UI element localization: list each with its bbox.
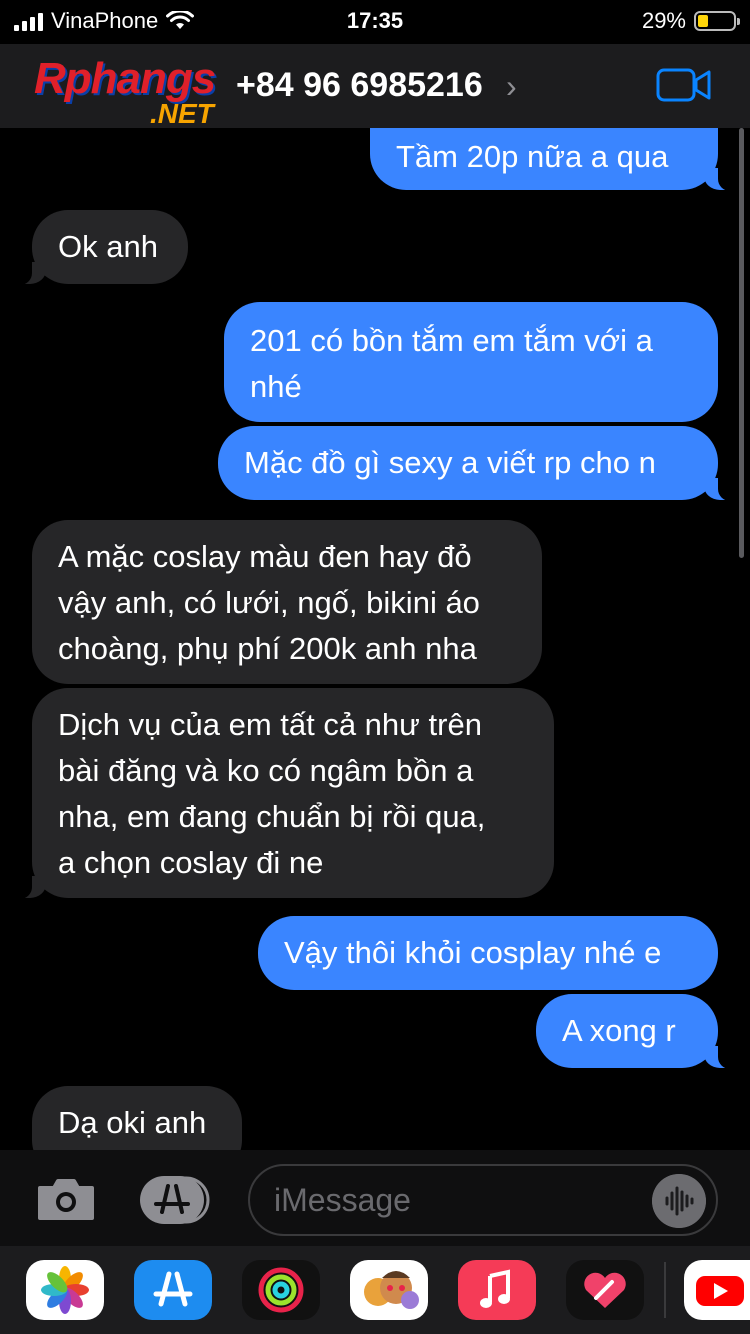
message-text: Dạ oki anh (58, 1105, 207, 1140)
message-bubble-incoming[interactable]: Dạ oki anh (32, 1086, 242, 1150)
message-bubble-outgoing[interactable]: Mặc đồ gì sexy a viết rp cho n (218, 426, 738, 501)
message-bubble-outgoing[interactable]: 201 có bồn tắm em tắm với a nhé (224, 302, 718, 422)
contact-phone[interactable]: +84 96 6985216 (236, 66, 483, 105)
message-list[interactable]: Tầm 20p nữa a qua Ok anh 201 có bồn tắm … (0, 128, 750, 1150)
message-text: Vậy thôi khỏi cosplay nhé e (284, 935, 662, 970)
camera-icon[interactable] (36, 1176, 96, 1222)
message-bubble-incoming[interactable]: Ok anh (12, 210, 188, 285)
scrollbar[interactable] (739, 128, 744, 558)
battery-icon (694, 11, 740, 31)
message-text: Tầm 20p nữa a qua (396, 139, 669, 174)
battery-percent: 29% (641, 8, 686, 33)
message-line: choàng, phụ phí 200k anh nha (58, 631, 477, 666)
watermark-logo: Rphangs .NET (34, 54, 264, 129)
message-input[interactable]: iMessage (248, 1164, 718, 1236)
message-line: 201 có bồn tắm em tắm với a (250, 323, 653, 358)
music-icon[interactable] (458, 1260, 536, 1320)
status-time: 17:35 (346, 8, 404, 33)
message-text: Mặc đồ gì sexy a viết rp cho n (244, 445, 656, 480)
compose-bar: iMessage (0, 1150, 750, 1246)
memoji-icon[interactable] (350, 1260, 428, 1320)
facetime-video-icon[interactable] (656, 68, 712, 102)
digital-touch-icon[interactable] (566, 1260, 644, 1320)
status-bar: VinaPhone 17:35 29% (0, 0, 750, 44)
message-line: Dịch vụ của em tất cả như trên (58, 707, 482, 742)
status-right: 29% (641, 8, 740, 34)
app-store-button-icon[interactable] (140, 1176, 212, 1224)
chevron-right-icon[interactable]: › (506, 68, 517, 105)
app-drawer (0, 1246, 750, 1334)
watermark-main: Rphangs (34, 54, 216, 103)
youtube-icon[interactable] (684, 1260, 750, 1320)
message-input-placeholder: iMessage (274, 1182, 411, 1218)
message-line: a chọn coslay đi ne (58, 845, 324, 880)
message-bubble-incoming[interactable]: Dịch vụ của em tất cả như trên bài đăng … (12, 688, 554, 899)
message-line: nha, em đang chuẩn bị rồi qua, (58, 799, 486, 834)
photos-icon[interactable] (26, 1260, 104, 1320)
message-bubble-outgoing[interactable]: Tầm 20p nữa a qua (370, 128, 738, 191)
audio-record-icon[interactable] (652, 1174, 706, 1228)
message-text: Ok anh (58, 229, 158, 264)
message-bubble-outgoing[interactable]: A xong r (536, 994, 738, 1069)
watermark-sub: .NET (150, 98, 214, 129)
message-line: nhé (250, 369, 302, 404)
app-store-icon[interactable] (134, 1260, 212, 1320)
conversation-header: Rphangs .NET +84 96 6985216 › (0, 44, 750, 129)
message-bubble-outgoing[interactable]: Vậy thôi khỏi cosplay nhé e (258, 916, 718, 990)
battery-fill (698, 15, 708, 27)
message-line: A mặc coslay màu đen hay đỏ (58, 539, 472, 574)
drawer-divider (664, 1262, 666, 1318)
message-line: vậy anh, có lưới, ngố, bikini áo (58, 585, 480, 620)
message-text: A xong r (562, 1013, 676, 1048)
activity-icon[interactable] (242, 1260, 320, 1320)
message-bubble-incoming[interactable]: A mặc coslay màu đen hay đỏ vậy anh, có … (32, 520, 542, 684)
message-line: bài đăng và ko có ngâm bồn a (58, 753, 474, 788)
